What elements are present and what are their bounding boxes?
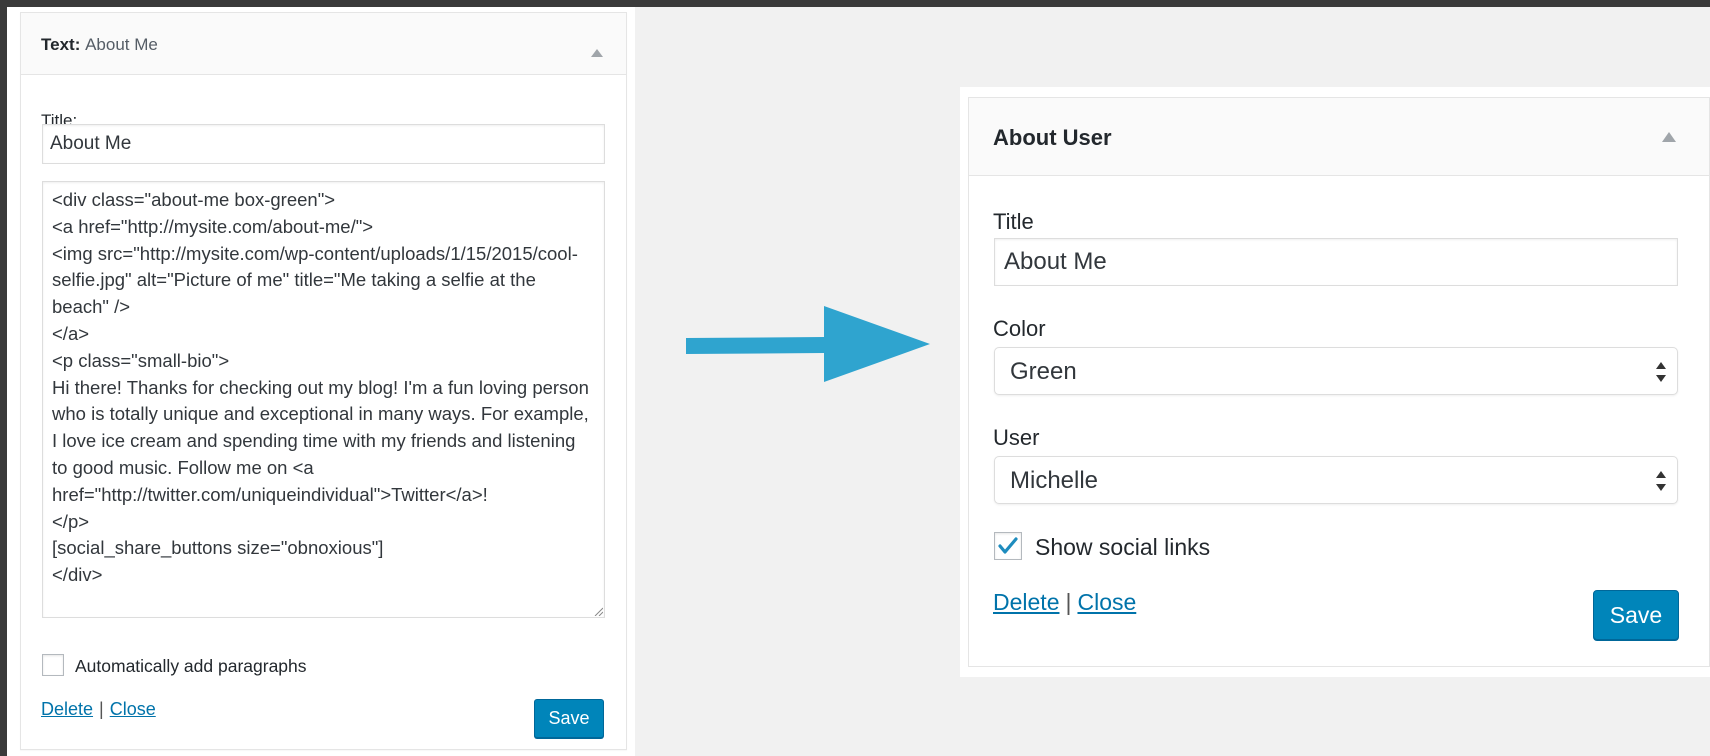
widget-actions: Save	[534, 699, 604, 738]
updown-arrows-icon	[1656, 362, 1666, 382]
resize-grip-icon[interactable]	[593, 606, 603, 616]
color-select-value: Green	[1010, 358, 1077, 385]
widget-actions: Save	[1593, 590, 1679, 640]
widget-instance-title: About Me	[85, 35, 158, 54]
save-button[interactable]: Save	[534, 699, 604, 738]
window-frame-top	[0, 0, 1710, 7]
widget-type-label: Text:	[41, 35, 81, 54]
delete-link[interactable]: Delete	[41, 699, 93, 719]
user-select-value: Michelle	[1010, 467, 1099, 494]
text-widget-header[interactable]: Text: About Me	[21, 13, 626, 75]
link-separator: |	[1065, 589, 1072, 615]
delete-link[interactable]: Delete	[993, 589, 1059, 615]
checkmark-icon	[998, 537, 1018, 554]
auto-paragraphs-checkbox[interactable]	[42, 654, 64, 676]
color-label: Color	[993, 316, 1046, 341]
right-arrow-icon	[686, 306, 930, 382]
title-input[interactable]	[42, 124, 605, 164]
content-textarea[interactable]: <div class="about-me box-green"> <a href…	[42, 181, 605, 618]
show-social-links-checkbox[interactable]	[994, 532, 1022, 560]
text-widget-title: Text: About Me	[41, 35, 158, 55]
save-button[interactable]: Save	[1593, 590, 1679, 640]
close-link[interactable]: Close	[1077, 589, 1136, 615]
show-social-links-label: Show social links	[1035, 534, 1211, 560]
window-frame-left	[0, 0, 7, 756]
color-select[interactable]: Green	[994, 347, 1678, 395]
widget-control-links: Delete | Close	[993, 589, 1136, 616]
about-user-widget-container: About User Title Color Green User Michel…	[960, 87, 1710, 677]
about-user-widget-header[interactable]: About User	[969, 98, 1709, 176]
title-label: Title	[993, 209, 1034, 234]
collapse-triangle-icon[interactable]	[1662, 132, 1676, 142]
close-link[interactable]: Close	[110, 699, 156, 719]
about-user-widget-title: About User	[993, 125, 1112, 150]
auto-paragraphs-label: Automatically add paragraphs	[75, 656, 307, 676]
widget-control-links: Delete | Close	[41, 699, 156, 720]
user-select[interactable]: Michelle	[994, 456, 1678, 504]
updown-arrows-icon	[1656, 471, 1666, 491]
about-user-widget: About User Title Color Green User Michel…	[968, 97, 1710, 667]
link-separator: |	[99, 699, 104, 719]
title-input[interactable]	[994, 238, 1678, 286]
user-label: User	[993, 425, 1040, 450]
text-widget: Text: About Me Title: <div class="about-…	[20, 12, 627, 750]
collapse-triangle-icon[interactable]	[591, 49, 603, 57]
